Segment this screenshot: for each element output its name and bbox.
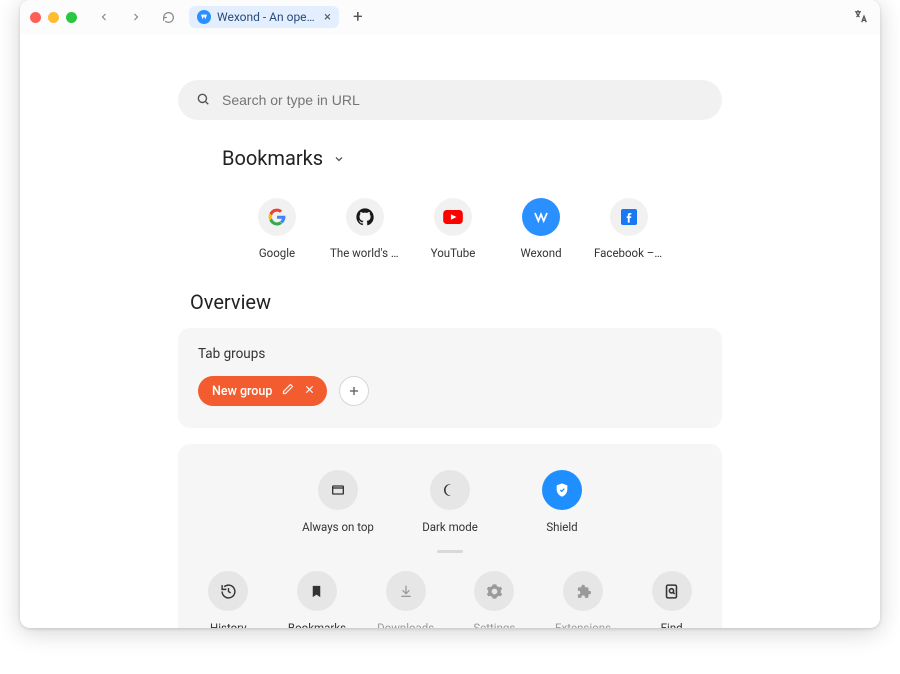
download-icon [386,571,426,611]
add-group-button[interactable] [339,376,369,406]
bookmark-label: Wexond [506,246,576,260]
tab-group-name: New group [212,384,272,399]
toggle-always-on-top[interactable]: Always on top [302,470,374,534]
bookmark-label: YouTube [418,246,488,260]
maximize-window-button[interactable] [66,12,77,23]
search-bar[interactable] [178,80,722,120]
back-button[interactable] [93,6,115,28]
puzzle-icon [563,571,603,611]
drag-handle[interactable] [437,550,463,553]
google-icon [258,198,296,236]
youtube-icon [434,198,472,236]
quick-actions-row: History Bookmarks Downloads [198,571,702,628]
chevron-down-icon [333,146,345,170]
bookmark-facebook[interactable]: Facebook – zal… [594,198,664,260]
action-extensions[interactable]: Extensions [553,571,614,628]
search-icon [196,91,210,110]
action-history[interactable]: History [198,571,259,628]
bookmarks-heading[interactable]: Bookmarks [178,146,722,170]
edit-icon[interactable] [282,383,294,399]
bookmark-google[interactable]: Google [242,198,312,260]
toggle-dark-mode[interactable]: Dark mode [414,470,486,534]
facebook-icon [610,198,648,236]
browser-window: Wexond - An open-… × + Bookmarks [20,0,880,628]
tab-close-button[interactable]: × [324,11,331,24]
action-label: Settings [473,621,515,628]
forward-button[interactable] [125,6,147,28]
bookmark-github[interactable]: The world's lead… [330,198,400,260]
tab-group-pill[interactable]: New group [198,376,327,406]
action-downloads[interactable]: Downloads [375,571,436,628]
bookmark-wexond[interactable]: Wexond [506,198,576,260]
bookmark-youtube[interactable]: YouTube [418,198,488,260]
action-label: Bookmarks [288,621,346,628]
toggle-label: Always on top [302,520,374,534]
close-window-button[interactable] [30,12,41,23]
github-icon [346,198,384,236]
tab-groups-row: New group [198,376,702,406]
toggle-label: Shield [546,520,577,534]
window-controls [30,12,77,23]
bookmarks-heading-label: Bookmarks [222,146,323,170]
reload-button[interactable] [157,6,179,28]
action-label: Extensions [555,621,611,628]
window-icon [318,470,358,510]
bookmark-label: Facebook – zal… [594,246,664,260]
find-icon [652,571,692,611]
action-label: History [210,621,247,628]
history-icon [208,571,248,611]
search-input[interactable] [222,92,704,108]
minimize-window-button[interactable] [48,12,59,23]
quick-toggles-row: Always on top Dark mode Shield [198,470,702,534]
bookmark-label: The world's lead… [330,246,400,260]
shield-icon [542,470,582,510]
new-tab-content: Bookmarks Google The world's lea [20,34,880,628]
translate-icon[interactable] [852,8,870,26]
tab-active[interactable]: Wexond - An open-… × [189,6,339,28]
close-icon[interactable] [304,384,315,399]
bookmarks-row: Google The world's lead… YouTube [178,198,722,260]
moon-icon [430,470,470,510]
tab-groups-card: Tab groups New group [178,328,722,428]
titlebar: Wexond - An open-… × + [20,0,880,34]
overview-heading: Overview [178,290,722,314]
action-settings[interactable]: Settings [464,571,525,628]
bookmark-icon [297,571,337,611]
action-label: Find [661,621,683,628]
gear-icon [474,571,514,611]
new-tab-button[interactable]: + [349,7,367,27]
toggle-label: Dark mode [422,520,478,534]
toggle-shield[interactable]: Shield [526,470,598,534]
action-label: Downloads [377,621,434,628]
action-bookmarks[interactable]: Bookmarks [287,571,348,628]
tab-title: Wexond - An open-… [217,10,318,24]
quick-panel: Always on top Dark mode Shield [178,444,722,628]
wexond-favicon-icon [197,10,211,24]
bookmark-label: Google [242,246,312,260]
wexond-icon [522,198,560,236]
action-find[interactable]: Find [641,571,702,628]
tab-groups-title: Tab groups [198,346,702,362]
